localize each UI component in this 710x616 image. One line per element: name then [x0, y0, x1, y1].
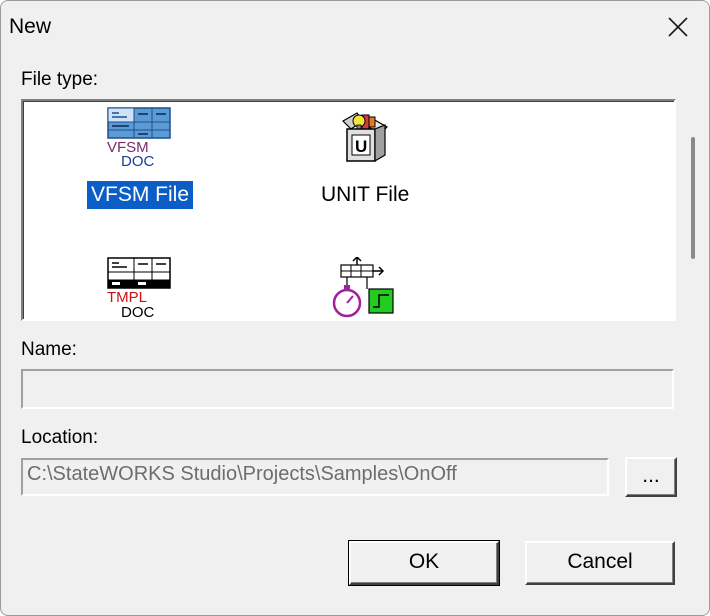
svg-text:DOC: DOC	[121, 304, 155, 321]
file-type-item-vfsm[interactable]: VFSM DOC VFSM File	[85, 107, 195, 213]
file-type-item-timer[interactable]	[315, 257, 425, 319]
unit-package-icon: U	[342, 112, 388, 163]
browse-button[interactable]: ...	[625, 457, 677, 497]
list-scrollbar-thumb[interactable]	[691, 137, 695, 259]
title-bar[interactable]: New	[1, 1, 709, 53]
new-dialog: New File type: VFSM DOC VFSM File U UNIT…	[0, 0, 710, 616]
close-button[interactable]	[647, 1, 709, 53]
svg-text:DOC: DOC	[121, 153, 155, 170]
name-label: Name:	[21, 339, 77, 360]
location-label: Location:	[21, 427, 99, 448]
file-type-item-unit[interactable]: U UNIT File	[315, 107, 425, 213]
close-icon	[668, 17, 688, 37]
file-type-label-unit: UNIT File	[321, 183, 410, 206]
ok-button[interactable]: OK	[348, 540, 500, 586]
file-type-label: File type:	[21, 69, 99, 90]
timer-state-icon	[332, 257, 394, 318]
file-type-list[interactable]: VFSM DOC VFSM File U UNIT File TMPL DOC	[21, 99, 676, 321]
svg-text:U: U	[355, 137, 367, 156]
cancel-button[interactable]: Cancel	[525, 541, 675, 585]
file-type-label-vfsm: VFSM File	[87, 181, 194, 209]
window-title: New	[9, 15, 52, 38]
file-type-item-tmpl[interactable]: TMPL DOC	[85, 257, 195, 321]
location-field[interactable]: C:\StateWORKS Studio\Projects\Samples\On…	[21, 458, 609, 496]
tmpl-doc-icon: TMPL DOC	[107, 257, 171, 321]
name-field[interactable]	[21, 369, 674, 409]
vfsm-doc-icon: VFSM DOC	[107, 107, 171, 170]
